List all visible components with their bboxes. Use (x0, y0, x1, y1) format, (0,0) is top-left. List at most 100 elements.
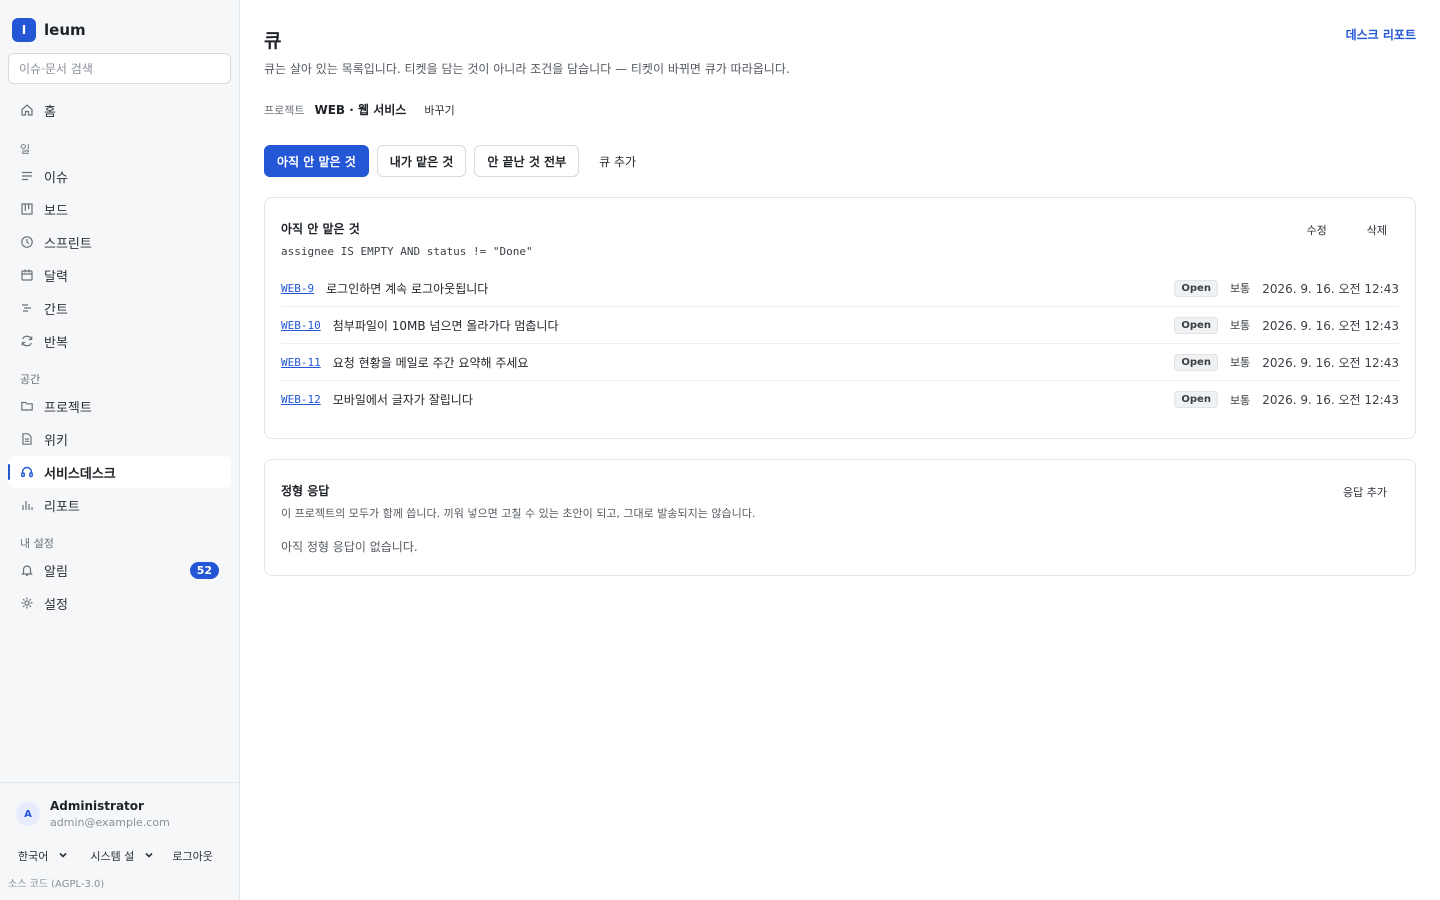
table-row[interactable]: WEB-9 로그인하면 계속 로그아웃됩니다 Open 보통 2026. 9. … (281, 270, 1399, 307)
gantt-icon (20, 301, 34, 315)
main-content: 큐 데스크 리포트 큐는 살아 있는 목록입니다. 티켓을 담는 것이 아니라 … (240, 0, 1440, 900)
system-select[interactable]: 시스템 설 (82, 848, 162, 864)
language-value: 한국어 (18, 850, 49, 863)
tab-mine[interactable]: 내가 맡은 것 (376, 145, 467, 177)
notifications-badge: 52 (189, 561, 219, 579)
table-row[interactable]: WEB-12 모바일에서 글자가 잘립니다 Open 보통 2026. 9. 1… (281, 381, 1399, 418)
sidebar-item-home[interactable]: 홈 (8, 94, 231, 126)
add-queue-button[interactable]: 큐 추가 (587, 153, 648, 170)
ticket-summary: 모바일에서 글자가 잘립니다 (332, 393, 473, 407)
ticket-summary: 첨부파일이 10MB 넘으면 올라가다 멈춥니다 (332, 318, 559, 333)
sidebar-item-label: 보드 (44, 203, 68, 219)
sidebar-item-label: 간트 (44, 302, 68, 318)
canned-responses-description: 이 프로젝트의 모두가 함께 씁니다. 끼워 넣으면 고칠 수 있는 초안이 되… (281, 507, 756, 520)
canned-responses-card: 정형 응답 응답 추가 이 프로젝트의 모두가 함께 씁니다. 끼워 넣으면 고… (264, 459, 1416, 576)
sidebar: I leum 홈 일 이슈 보드 (0, 0, 240, 900)
project-selector: 프로젝트 WEB · 웹 서비스 바꾸기 (264, 101, 1416, 118)
brand-name: leum (44, 21, 86, 39)
user-name: Administrator (50, 799, 144, 813)
chevron-down-icon (144, 850, 154, 863)
section-label-mine: 내 설정 (20, 537, 54, 550)
source-code-link[interactable]: 소스 코드 (AGPL-3.0) (0, 867, 239, 900)
calendar-icon (20, 268, 34, 282)
ticket-date: 2026. 9. 16. 오전 12:43 (1262, 281, 1399, 296)
ticket-date: 2026. 9. 16. 오전 12:43 (1262, 393, 1399, 407)
sidebar-item-label: 리포트 (44, 499, 80, 515)
sidebar-item-label: 위키 (44, 433, 68, 449)
sidebar-item-wiki[interactable]: 위키 (8, 423, 231, 455)
tab-all-open[interactable]: 안 끝난 것 전부 (474, 145, 580, 177)
sidebar-item-label: 프로젝트 (44, 400, 92, 416)
queue-card: 아직 안 맡은 것 수정 삭제 assignee IS EMPTY AND st… (264, 197, 1416, 439)
project-name: WEB · 웹 서비스 (314, 103, 407, 117)
sidebar-item-reports[interactable]: 리포트 (8, 489, 231, 521)
table-row[interactable]: WEB-10 첨부파일이 10MB 넘으면 올라가다 멈춥니다 Open 보통 … (281, 307, 1399, 344)
sidebar-item-calendar[interactable]: 달력 (8, 259, 231, 291)
logout-button[interactable]: 로그아웃 (168, 848, 216, 864)
canned-responses-title: 정형 응답 (281, 484, 330, 498)
section-label-space: 공간 (20, 373, 41, 386)
tab-unassigned[interactable]: 아직 안 맡은 것 (264, 145, 369, 177)
status-badge: Open (1174, 353, 1218, 371)
sidebar-item-label: 달력 (44, 269, 68, 285)
language-select[interactable]: 한국어 (10, 848, 76, 864)
queue-title: 아직 안 맡은 것 (281, 222, 360, 236)
sidebar-nav: 홈 일 이슈 보드 스프린트 달력 간트 반복 공간 프로젝트 위키 서비스데스… (0, 84, 239, 620)
sidebar-item-settings[interactable]: 설정 (8, 587, 231, 619)
ticket-key-link[interactable]: WEB-9 (281, 282, 314, 295)
sidebar-item-label: 홈 (44, 104, 56, 120)
refresh-icon (20, 334, 34, 348)
ticket-date: 2026. 9. 16. 오전 12:43 (1262, 355, 1399, 370)
chevron-down-icon (58, 850, 68, 863)
sidebar-item-label: 서비스데스크 (44, 466, 116, 482)
document-icon (20, 432, 34, 446)
ticket-priority: 보통 (1229, 356, 1251, 369)
canned-responses-empty: 아직 정형 응답이 없습니다. (281, 540, 418, 554)
sidebar-item-label: 스프린트 (44, 236, 92, 252)
avatar: A (16, 802, 40, 826)
add-response-button[interactable]: 응답 추가 (1343, 484, 1387, 500)
delete-queue-button[interactable]: 삭제 (1367, 222, 1387, 238)
sidebar-item-projects[interactable]: 프로젝트 (8, 390, 231, 422)
sidebar-item-sprint[interactable]: 스프린트 (8, 226, 231, 258)
status-badge: Open (1174, 391, 1218, 408)
ticket-key-link[interactable]: WEB-12 (281, 393, 321, 406)
sidebar-item-issues[interactable]: 이슈 (8, 160, 231, 192)
gear-icon (20, 596, 34, 610)
system-value: 시스템 설 (90, 850, 135, 863)
project-label: 프로젝트 (264, 103, 305, 117)
edit-queue-button[interactable]: 수정 (1307, 222, 1327, 238)
bell-icon (20, 563, 34, 577)
clock-icon (20, 235, 34, 249)
headset-icon (20, 465, 34, 479)
ticket-summary: 요청 현황을 메일로 주간 요약해 주세요 (332, 355, 529, 370)
user-profile[interactable]: A Administrator admin@example.com (0, 783, 239, 839)
status-badge: Open (1174, 316, 1218, 334)
ticket-summary: 로그인하면 계속 로그아웃됩니다 (326, 281, 489, 296)
status-badge: Open (1174, 279, 1218, 297)
table-row[interactable]: WEB-11 요청 현황을 메일로 주간 요약해 주세요 Open 보통 202… (281, 344, 1399, 381)
ticket-date: 2026. 9. 16. 오전 12:43 (1262, 318, 1399, 333)
brand[interactable]: I leum (0, 0, 239, 44)
sidebar-item-gantt[interactable]: 간트 (8, 292, 231, 324)
user-email: admin@example.com (50, 816, 170, 829)
change-project-button[interactable]: 바꾸기 (424, 102, 454, 118)
desk-report-link[interactable]: 데스크 리포트 (1346, 26, 1416, 43)
sidebar-item-servicedesk[interactable]: 서비스데스크 (8, 456, 231, 488)
ticket-key-link[interactable]: WEB-10 (281, 319, 321, 332)
queue-query: assignee IS EMPTY AND status != "Done" (281, 245, 533, 258)
sidebar-item-label: 이슈 (44, 170, 68, 186)
folder-icon (20, 399, 34, 413)
brand-logo: I (12, 18, 36, 42)
sidebar-item-label: 알림 (44, 564, 68, 580)
bar-chart-icon (20, 498, 34, 512)
sidebar-item-label: 설정 (44, 597, 68, 613)
ticket-priority: 보통 (1229, 393, 1251, 407)
sidebar-item-notifications[interactable]: 알림 52 (8, 554, 231, 586)
search-input[interactable] (8, 53, 231, 84)
queue-actions: 수정 삭제 (1307, 222, 1388, 238)
sidebar-footer: A Administrator admin@example.com 한국어 시스… (0, 782, 239, 900)
sidebar-item-board[interactable]: 보드 (8, 193, 231, 225)
ticket-key-link[interactable]: WEB-11 (281, 356, 321, 369)
sidebar-item-recurring[interactable]: 반복 (8, 325, 231, 357)
